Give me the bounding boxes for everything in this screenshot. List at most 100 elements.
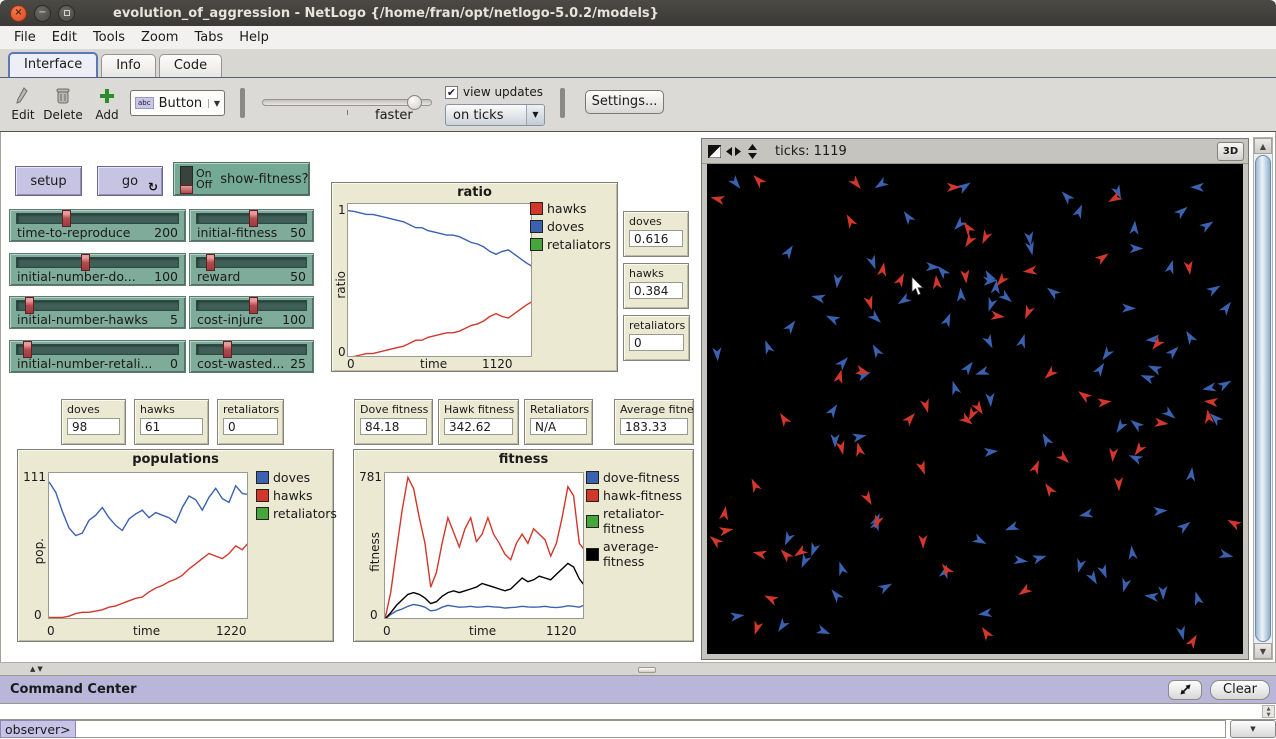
monitor-dove-fitness: Dove fitness 84.18: [354, 399, 433, 445]
turtle-agent: [781, 531, 795, 548]
turtle-agent: [1182, 328, 1197, 345]
turtle-agent: [792, 545, 809, 560]
turtle-agent: [872, 177, 889, 192]
turtle-agent: [978, 229, 992, 246]
turtle-agent: [1041, 481, 1056, 498]
turtle-agent: [797, 553, 811, 570]
horizontal-arrows-icon[interactable]: [726, 145, 741, 158]
export-button[interactable]: [1168, 680, 1202, 700]
slider-handle[interactable]: [25, 297, 34, 314]
world-canvas[interactable]: [707, 164, 1243, 654]
slider-cost-injure[interactable]: cost-injure100: [189, 296, 314, 329]
x-axis-min: 0: [47, 624, 55, 638]
menu-zoom[interactable]: Zoom: [133, 27, 186, 48]
slider-handle[interactable]: [249, 210, 258, 227]
slider-initial-number-hawks[interactable]: initial-number-hawks5: [9, 296, 186, 329]
view-updates-checkbox[interactable]: ✔: [445, 86, 458, 99]
turtle-agent: [1162, 406, 1179, 422]
turtle-agent: [1013, 555, 1028, 566]
menu-help[interactable]: Help: [231, 27, 277, 48]
menu-tools[interactable]: Tools: [85, 27, 133, 48]
splitter-up-icon[interactable]: ▲: [30, 665, 35, 674]
slider-initial-number-retaliators[interactable]: initial-number-retali...0: [9, 340, 186, 373]
turtle-agent: [832, 274, 843, 289]
observer-prompt: observer>: [0, 720, 76, 738]
plot-title: populations: [18, 450, 333, 467]
turtle-agent: [1144, 591, 1159, 602]
settings-button[interactable]: Settings...: [585, 90, 664, 114]
command-center-splitter[interactable]: ▲ ▼: [0, 662, 1276, 676]
window-title: evolution_of_aggression - NetLogo {/home…: [113, 6, 659, 21]
widget-type-chooser[interactable]: abc Button ▼: [130, 90, 225, 116]
clear-button[interactable]: Clear: [1210, 680, 1270, 700]
add-widget-button[interactable]: Add: [84, 86, 130, 122]
slider-handle[interactable]: [206, 254, 215, 271]
command-center: Command Center Clear ▲▼ observer> ▼: [0, 676, 1276, 738]
scroll-up-icon[interactable]: ▲: [1254, 138, 1272, 154]
menu-file[interactable]: File: [6, 27, 44, 48]
slider-initial-number-doves[interactable]: initial-number-do...100: [9, 253, 186, 286]
x-axis-max: 1120: [482, 357, 513, 371]
menu-tabs[interactable]: Tabs: [186, 27, 231, 48]
turtle-agent: [1086, 570, 1101, 587]
go-button[interactable]: go ↻: [97, 166, 163, 196]
slider-handle[interactable]: [249, 297, 258, 314]
splitter-grip[interactable]: [638, 667, 656, 673]
setup-button[interactable]: setup: [15, 166, 82, 196]
slider-cost-wasted[interactable]: cost-wasted...25: [189, 340, 314, 373]
turtle-agent: [982, 334, 996, 351]
turtle-agent: [750, 172, 766, 188]
legend-item-average-fitness: average-fitness: [586, 539, 693, 569]
history-dropdown[interactable]: ▼: [1230, 720, 1276, 738]
turtle-agent: [1127, 451, 1144, 465]
tab-code[interactable]: Code: [159, 54, 222, 77]
maximize-button[interactable]: [58, 5, 75, 22]
scrollbar-thumb[interactable]: [1255, 155, 1271, 642]
turtle-agent: [982, 268, 997, 285]
monitor-hawk-fitness: Hawk fitness 342.62: [438, 399, 519, 445]
tab-info[interactable]: Info: [101, 54, 156, 77]
plot-ratio: ratio 1 0 ratio 0 time 1120 hawksdovesre…: [331, 182, 618, 372]
command-input[interactable]: [76, 720, 1226, 738]
y-axis-min: 0: [338, 345, 346, 359]
delete-widget-button[interactable]: Delete: [40, 86, 86, 122]
splitter-down-icon[interactable]: ▼: [37, 665, 42, 674]
tab-interface[interactable]: Interface: [8, 52, 98, 77]
close-button[interactable]: ×: [10, 5, 27, 22]
slider-time-to-reproduce[interactable]: time-to-reproduce200: [9, 209, 186, 242]
3d-view-button[interactable]: 3D: [1217, 142, 1244, 161]
turtle-agent: [948, 379, 961, 395]
world-view-header: ticks: 1119 3D: [702, 139, 1248, 164]
slider-handle[interactable]: [23, 341, 32, 358]
minimize-button[interactable]: −: [34, 5, 51, 22]
turtle-agent: [1146, 361, 1162, 375]
slider-handle[interactable]: [62, 210, 71, 227]
switch-handle[interactable]: [180, 185, 193, 194]
show-fitness-switch[interactable]: On Off show-fitness?: [173, 162, 310, 196]
menu-edit[interactable]: Edit: [44, 27, 85, 48]
turtle-agent: [816, 625, 832, 639]
origin-corner-icon[interactable]: [708, 145, 721, 158]
scroll-down-icon[interactable]: ▼: [1254, 643, 1272, 659]
slider-reward[interactable]: reward50: [189, 253, 314, 286]
command-center-output[interactable]: ▲▼: [0, 703, 1276, 720]
turtle-agent: [956, 287, 966, 302]
slider-handle[interactable]: [81, 254, 90, 271]
turtle-agent: [719, 505, 730, 520]
update-mode-dropdown[interactable]: on ticks ▼: [445, 104, 545, 126]
legend-label: average-fitness: [603, 539, 693, 569]
vertical-arrows-icon[interactable]: [746, 144, 759, 159]
speed-slider-tick: [347, 110, 348, 115]
vertical-scrollbar[interactable]: ▲ ▼: [1253, 137, 1273, 660]
turtle-agent: [707, 533, 724, 549]
switch-track[interactable]: [180, 166, 193, 192]
monitor-doves-count: doves 98: [61, 399, 126, 445]
speed-label: faster: [375, 108, 413, 123]
turtle-agent: [1075, 388, 1092, 404]
speed-slider[interactable]: [262, 99, 432, 106]
slider-handle[interactable]: [223, 341, 232, 358]
turtle-agent: [947, 183, 961, 192]
slider-initial-fitness[interactable]: initial-fitness50: [189, 209, 314, 242]
output-scroll-spinner[interactable]: ▲▼: [1262, 705, 1275, 718]
turtle-agent: [807, 542, 820, 558]
